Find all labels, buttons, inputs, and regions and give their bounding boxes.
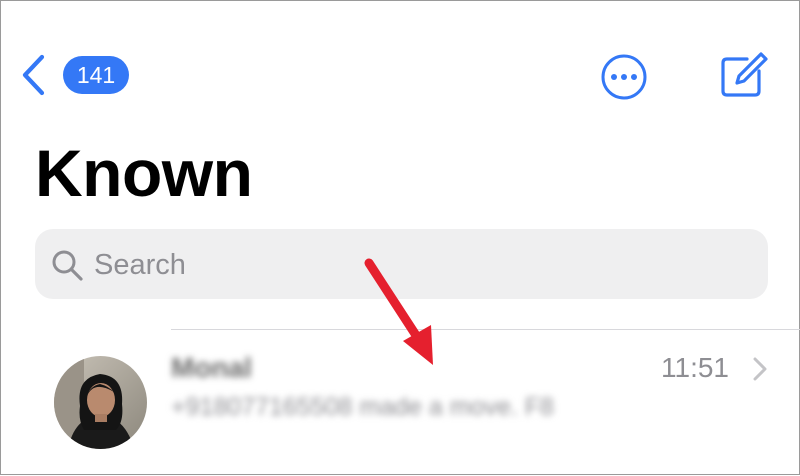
page-title: Known [35, 136, 253, 210]
message-time: 11:51 [661, 352, 729, 383]
list-divider [171, 329, 800, 330]
badge-count: 141 [76, 61, 116, 88]
search-field[interactable]: Search [35, 229, 768, 299]
chevron-left-icon [22, 54, 45, 96]
message-sender: Monal [171, 352, 252, 383]
ellipsis-circle-icon [601, 54, 647, 100]
search-placeholder: Search [94, 249, 186, 281]
magnifying-glass-icon [52, 250, 83, 281]
avatar [54, 356, 147, 449]
message-preview: +918077165508 made a move. F8 [171, 393, 554, 421]
back-button[interactable] [15, 51, 51, 99]
compose-icon [721, 52, 768, 97]
more-options-button[interactable] [600, 53, 648, 101]
unread-count-badge[interactable]: 141 [63, 56, 129, 94]
compose-button[interactable] [717, 49, 769, 101]
screen-frame: 141 Known Search Monal +918077165508 mad… [0, 0, 800, 475]
chevron-right-icon [753, 357, 767, 381]
message-row[interactable]: Monal +918077165508 made a move. F8 11:5… [1, 331, 800, 476]
